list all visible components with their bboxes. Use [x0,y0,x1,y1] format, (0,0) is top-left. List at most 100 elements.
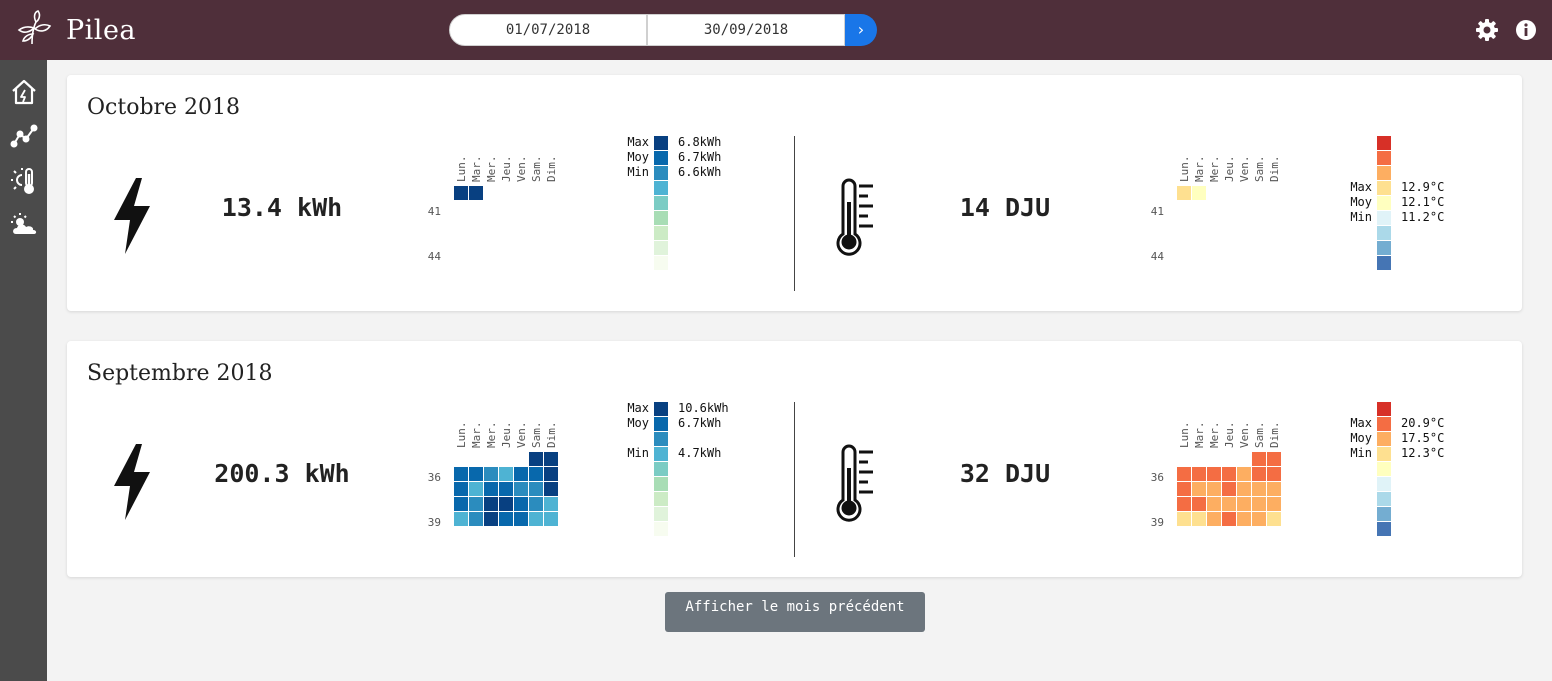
temp-week-label: 39 [1151,516,1164,529]
elec-week-label: 36 [428,471,441,484]
weather-icon[interactable] [10,212,38,240]
temp-legend-min-label: Min [1350,446,1372,460]
elec-legend-max-label: Max [627,135,649,149]
temp-day-cell [1192,512,1206,526]
temp-week-label: 36 [1151,471,1164,484]
temp-legend-swatch [1377,492,1391,506]
elec-legend-max-value: 6.8kWh [678,135,721,149]
previous-month-button[interactable]: Afficher le mois précédent [665,592,925,632]
temp-day-cell [1222,467,1236,481]
home-icon[interactable] [10,78,38,106]
temp-day-cell [1252,482,1266,496]
elec-day-cell [484,497,498,511]
elec-week-label: 39 [428,516,441,529]
temp-day-cell [1267,452,1281,466]
temp-day-cell [1267,497,1281,511]
elec-day-cell [529,497,543,511]
temp-weekday-label: Lun. [1178,422,1191,449]
calendar-heatmaps: Lun. Mar. Mer. Jeu. Ven. Sam. Dim.3639Max 10.6k… [428,401,1444,536]
temp-legend-swatch [1377,241,1391,255]
temp-legend-max-label: Max [1350,416,1372,430]
elec-day-cell [514,482,528,496]
elec-day-cell [469,512,483,526]
brand[interactable]: Pilea [16,10,136,50]
temp-day-cell [1252,512,1266,526]
elec-weekday-label: Lun. [455,422,468,449]
elec-day-cell [544,482,558,496]
info-icon[interactable] [1514,18,1538,42]
temp-day-cell [1192,497,1206,511]
elec-day-cell [484,512,498,526]
elec-day-cell [529,512,543,526]
elec-day-cell [454,467,468,481]
temp-day-cell [1222,482,1236,496]
gear-icon[interactable] [1475,18,1499,42]
sidebar [0,60,47,681]
pilea-logo-icon [16,10,52,50]
elec-legend-swatch [654,462,668,476]
temp-day-cell [1267,482,1281,496]
elec-day-cell [469,467,483,481]
temp-weekday-label: Sam. [1253,156,1266,183]
elec-day-cell [514,467,528,481]
elec-legend-swatch [654,151,668,165]
temp-day-cell [1222,497,1236,511]
temp-legend-swatch [1377,151,1391,165]
elec-legend-swatch [654,226,668,240]
temp-legend-min-value: 11.2°C [1401,210,1444,224]
elec-legend-swatch [654,447,668,461]
temp-weekday-label: Dim. [1268,156,1281,183]
apply-date-button[interactable]: › [845,14,877,46]
elec-legend-swatch [654,181,668,195]
temp-day-cell [1252,452,1266,466]
temp-legend-avg-label: Moy [1350,195,1372,209]
temp-legend-swatch [1377,402,1391,416]
temp-day-cell [1267,512,1281,526]
elec-day-cell [544,497,558,511]
elec-legend-avg-label: Moy [627,416,649,430]
elec-legend-swatch [654,211,668,225]
elec-weekday-label: Mar. [470,422,483,449]
elec-weekday-label: Sam. [530,156,543,183]
temp-legend-swatch [1377,507,1391,521]
elec-weekday-label: Lun. [455,156,468,183]
month-card: Septembre 2018 200.3 kWh 32 DJU Lun. Mar.… [67,341,1522,577]
elec-legend-swatch [654,522,668,536]
month-card: Octobre 2018 13.4 kWh 14 DJU Lun. Mar. Mer… [67,75,1522,311]
elec-day-cell [514,512,528,526]
temp-legend-swatch [1377,256,1391,270]
elec-day-cell [469,482,483,496]
temp-weekday-label: Mar. [1193,422,1206,449]
temp-weekday-label: Ven. [1238,422,1251,449]
elec-day-cell [529,482,543,496]
elec-legend-swatch [654,241,668,255]
temp-legend-min-label: Min [1350,210,1372,224]
temp-legend-max-value: 20.9°C [1401,416,1444,430]
elec-legend-avg-value: 6.7kWh [678,150,721,164]
temp-day-cell [1207,482,1221,496]
temp-day-cell [1252,467,1266,481]
temp-day-cell [1192,482,1206,496]
temp-legend-min-value: 12.3°C [1401,446,1444,460]
temp-weekday-label: Mer. [1208,156,1221,183]
temp-legend-swatch [1377,447,1391,461]
temp-legend-swatch [1377,196,1391,210]
end-date-input[interactable]: 30/09/2018 [647,14,845,46]
temp-week-label: 44 [1151,250,1165,263]
elec-weekday-label: Dim. [545,156,558,183]
temp-day-cell [1237,512,1251,526]
elec-day-cell [529,452,543,466]
elec-day-cell [529,467,543,481]
chart-line-icon[interactable] [10,122,38,150]
start-date-input[interactable]: 01/07/2018 [449,14,647,46]
temp-legend-swatch [1377,462,1391,476]
temp-weekday-label: Lun. [1178,156,1191,183]
thermometer-sun-icon[interactable] [10,166,38,194]
temp-weekday-label: Mer. [1208,422,1221,449]
temp-day-cell [1252,497,1266,511]
elec-day-cell [514,497,528,511]
temp-legend-swatch [1377,181,1391,195]
elec-weekday-label: Mer. [485,422,498,449]
elec-day-cell [469,186,483,200]
temp-legend-swatch [1377,136,1391,150]
